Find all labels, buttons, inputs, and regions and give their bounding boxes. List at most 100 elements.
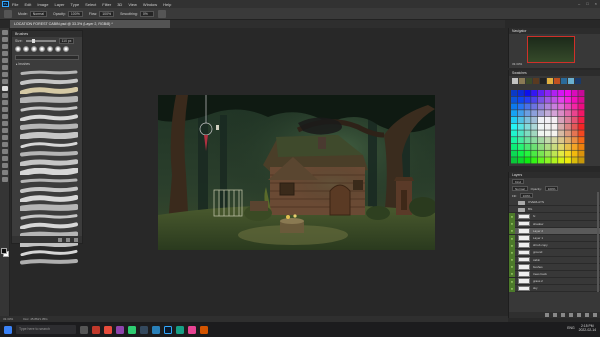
app-icon[interactable] — [176, 325, 184, 334]
brush-preset-item[interactable] — [20, 258, 78, 265]
move-tool-icon[interactable] — [2, 30, 8, 35]
eye-icon[interactable]: ● — [509, 212, 515, 220]
brush-preset-item[interactable] — [20, 123, 78, 130]
color-cell[interactable] — [544, 103, 551, 110]
color-cell[interactable] — [544, 130, 551, 137]
gear-icon[interactable] — [157, 9, 166, 18]
color-cell[interactable] — [524, 116, 531, 124]
menu-image[interactable]: Image — [37, 2, 48, 7]
layer-group-row[interactable]: ● BG — [509, 206, 600, 214]
brush-preset-item[interactable] — [20, 78, 78, 85]
color-cell[interactable] — [578, 123, 585, 130]
color-cell[interactable] — [524, 90, 531, 97]
eye-icon[interactable]: ● — [509, 263, 515, 271]
color-cell[interactable] — [578, 103, 585, 110]
color-cell[interactable] — [537, 123, 545, 130]
color-cell[interactable] — [578, 116, 585, 124]
app-icon[interactable] — [152, 325, 160, 334]
zoom-tool-icon[interactable] — [2, 170, 8, 175]
menu-3d[interactable]: 3D — [117, 2, 122, 7]
new-layer-icon[interactable] — [585, 313, 589, 317]
eye-icon[interactable]: ● — [509, 241, 515, 249]
color-cell[interactable] — [531, 96, 538, 103]
menu-select[interactable]: Select — [85, 2, 96, 7]
clone-stamp-tool-icon[interactable] — [2, 93, 8, 98]
eye-icon[interactable]: ● — [509, 270, 515, 278]
color-cell[interactable] — [544, 150, 551, 157]
color-cell[interactable] — [537, 130, 545, 137]
color-cell[interactable] — [517, 103, 524, 110]
color-cell[interactable] — [551, 123, 558, 130]
brush-folder[interactable]: ▸ brushes — [12, 62, 82, 67]
brush-size-slider[interactable] — [25, 39, 56, 43]
color-cell[interactable] — [531, 130, 538, 137]
color-cell[interactable] — [544, 110, 551, 117]
brush-tip-icon[interactable] — [55, 46, 61, 52]
color-cell[interactable] — [531, 90, 538, 97]
lasso-tool-icon[interactable] — [2, 44, 8, 49]
app-icon[interactable] — [200, 325, 208, 334]
color-cell[interactable] — [551, 110, 558, 117]
link-icon[interactable] — [545, 313, 549, 317]
color-cell[interactable] — [544, 90, 551, 97]
menu-window[interactable]: Window — [143, 2, 157, 7]
color-cell[interactable] — [564, 123, 571, 130]
eye-icon[interactable]: ● — [509, 256, 515, 264]
brush-tip-icon[interactable] — [39, 46, 45, 52]
marquee-tool-icon[interactable] — [2, 37, 8, 42]
color-cell[interactable] — [558, 96, 565, 103]
color-cell[interactable] — [558, 123, 565, 130]
eye-icon[interactable]: ● — [509, 199, 515, 206]
color-cell[interactable] — [544, 143, 551, 150]
navigator-thumbnail[interactable] — [527, 36, 575, 63]
new-folder-icon[interactable] — [58, 237, 62, 242]
brush-preset-item[interactable] — [20, 249, 78, 256]
brush-tip-icon[interactable] — [15, 46, 21, 52]
windows-start-icon[interactable] — [4, 325, 12, 334]
minimize-button[interactable]: – — [578, 1, 580, 6]
brush-preset-item[interactable] — [20, 141, 78, 148]
brush-size-input[interactable]: 110 px — [58, 38, 75, 44]
path-select-tool-icon[interactable] — [2, 149, 8, 154]
color-cell[interactable] — [517, 130, 524, 137]
mode-select[interactable]: Normal — [29, 10, 48, 17]
color-cell[interactable] — [537, 137, 545, 144]
color-cell[interactable] — [537, 90, 545, 97]
menu-help[interactable]: Help — [163, 2, 171, 7]
artwork-forest-cabin[interactable] — [158, 95, 435, 250]
layer-blend-select[interactable]: Normal — [512, 186, 528, 191]
color-cell[interactable] — [537, 143, 545, 150]
color-cell[interactable] — [524, 150, 531, 157]
color-cell[interactable] — [511, 103, 518, 110]
color-cell[interactable] — [571, 157, 578, 164]
color-cell[interactable] — [524, 157, 531, 164]
color-cell[interactable] — [564, 116, 571, 124]
adjustment-icon[interactable] — [569, 313, 573, 317]
brush-preset-item[interactable] — [20, 87, 78, 94]
color-cell[interactable] — [558, 110, 565, 117]
app-icon[interactable] — [92, 325, 100, 334]
eye-icon[interactable]: ● — [509, 248, 515, 256]
color-cell[interactable] — [558, 116, 565, 124]
steam-icon[interactable] — [140, 325, 148, 334]
brush-preset-item[interactable] — [20, 213, 78, 220]
opacity-input[interactable]: 100% — [67, 10, 83, 17]
color-cell[interactable] — [571, 90, 578, 97]
color-cell[interactable] — [564, 103, 571, 110]
color-cell[interactable] — [578, 157, 585, 164]
eye-icon[interactable]: ● — [509, 234, 515, 242]
color-cell[interactable] — [551, 150, 558, 157]
close-button[interactable]: × — [595, 1, 597, 6]
shape-tool-icon[interactable] — [2, 156, 8, 161]
color-cell[interactable] — [524, 96, 531, 103]
layer-row[interactable]: ● trees back — [509, 270, 600, 279]
color-cell[interactable] — [531, 157, 538, 164]
color-cell[interactable] — [531, 103, 538, 110]
layer-fill-input[interactable]: 100% — [519, 193, 534, 198]
color-cell[interactable] — [564, 137, 571, 144]
type-tool-icon[interactable] — [2, 142, 8, 147]
color-cell[interactable] — [511, 150, 518, 157]
healing-tool-icon[interactable] — [2, 79, 8, 84]
mask-icon[interactable] — [561, 313, 565, 317]
color-cell[interactable] — [578, 110, 585, 117]
